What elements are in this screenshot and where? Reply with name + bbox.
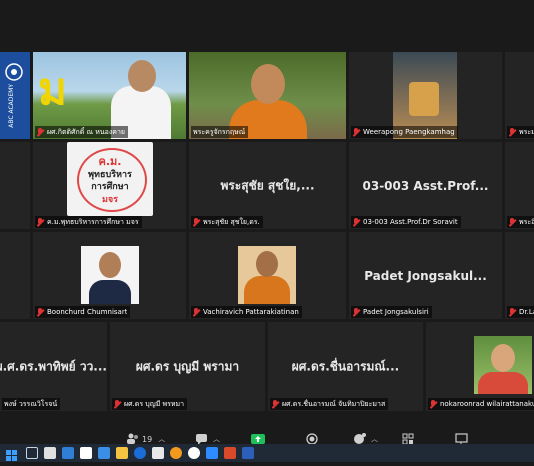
person-face [99,252,121,278]
mic-muted-icon [272,399,279,409]
chevron-up-icon[interactable]: ︿ [371,434,378,444]
participant-tile[interactable]: ผ.ศ.ดร.พาทิพย์ วว... พงษ์ วรรณวิโรจน์ [0,322,107,411]
chevron-up-icon[interactable]: ︿ [213,434,220,444]
mic-muted-icon [430,399,437,409]
participant-tile[interactable]: nokaroonrad wilairattanakul [426,322,534,411]
participant-tile[interactable]: Vachiravich Pattarakiatinan [189,232,346,319]
participant-name: Boonchurd Chumnisart [47,308,128,316]
mic-muted-icon [193,307,200,317]
mic-muted-icon [353,217,360,227]
participant-tile[interactable] [0,142,30,229]
participant-tile[interactable]: ม ผศ.กิตติศักดิ์ ณ หนองคาย [33,52,186,139]
participant-tile[interactable]: พระอิ [505,142,534,229]
firefox-icon[interactable] [170,447,182,459]
participant-display-name: ผศ.ดร บุญมี พรามา [135,359,240,373]
participant-tile[interactable]: Boonchurd Chumnisart [33,232,186,319]
participant-tile[interactable]: พระสุชัย สุชใย,... พระสุชัย สุชใย,ดร. [189,142,346,229]
participant-name: พระมหา [519,127,534,136]
participant-tile[interactable]: ผศ.ดร บุญมี พรามา ผศ.ดร บุญมี พรหมา [110,322,265,411]
person-face [491,344,515,372]
mic-muted-icon [353,307,360,317]
participant-name: พงษ์ วรรณวิโรจน์ [4,399,58,408]
mic-muted-icon [37,127,44,137]
logo-icon [2,62,26,82]
participant-tile[interactable]: Padet Jongsakul... Padet Jongsakulsiri [349,232,502,319]
mic-muted-icon [509,127,516,137]
participant-display-name: พระสุชัย สุชใย,... [220,178,315,192]
app-icon[interactable] [152,447,164,459]
banner-graphic: ม [38,64,68,115]
store-icon[interactable] [98,447,110,459]
participant-name: nokaroonrad wilairattanakul [440,400,534,408]
participant-name: Weerapong Paengkamhag [363,128,455,136]
person-face [128,60,156,92]
participant-display-name: ผ.ศ.ดร.พาทิพย์ วว... [0,359,107,373]
participant-name: พระอิ [519,217,534,226]
chrome-icon[interactable] [188,447,200,459]
participants-count: 19 [142,434,153,444]
windows-start-icon[interactable] [6,447,18,461]
participant-tile[interactable]: ค.ม. พุทธบริหาร การศึกษา มจร ค.ม.พุทธบริ… [33,142,186,229]
participant-tile-active-speaker[interactable]: พระครูจักรกฤษณ์ [189,52,346,139]
participant-name: ผศ.ดร บุญมี พรหมา [124,399,185,408]
participant-name: พระสุชัย สุชใย,ดร. [203,217,260,226]
participant-name: ผศ.ดร.ชื่นอารมณ์ จันทิมาปิยะมาส [282,399,386,408]
video-object [409,82,439,116]
mic-muted-icon [114,399,121,409]
participant-tile[interactable] [0,232,30,319]
participant-display-name: 03-003 Asst.Prof... [362,178,489,193]
person-face [251,64,285,104]
participant-name: Dr.La [519,308,534,316]
participant-display-name: Padet Jongsakul... [364,268,487,283]
windows-taskbar [0,444,534,462]
search-icon[interactable] [26,447,38,459]
mic-muted-icon [37,307,44,317]
person-face [256,251,278,277]
mic-muted-icon [509,307,516,317]
chevron-up-icon[interactable]: ︿ [158,434,165,444]
calendar-icon[interactable] [80,447,92,459]
participant-tile[interactable]: Weerapong Paengkamhag [349,52,502,139]
powerpoint-icon[interactable] [224,447,236,459]
mail-icon[interactable] [62,447,74,459]
participant-name: Padet Jongsakulsiri [363,308,429,316]
logo-image: ค.ม. พุทธบริหาร การศึกษา มจร [67,142,153,216]
word-icon[interactable] [242,447,254,459]
participant-tile[interactable]: ABC ACADEMY [0,52,30,139]
task-view-icon[interactable] [44,447,56,459]
participant-tile[interactable]: ผศ.ดร.ชื่นอารมณ์... ผศ.ดร.ชื่นอารมณ์ จัน… [268,322,423,411]
participant-tile[interactable]: พระมหา [505,52,534,139]
file-explorer-icon[interactable] [116,447,128,459]
participant-name: Vachiravich Pattarakiatinan [203,308,299,316]
participant-name: ค.ม.พุทธบริหารการศึกษา มจร [47,217,139,226]
mic-muted-icon [193,217,200,227]
logo-line-3: การศึกษา [91,182,129,192]
mic-muted-icon [37,217,44,227]
zoom-icon[interactable] [206,447,218,459]
edge-icon[interactable] [134,447,146,459]
mic-muted-icon [509,217,516,227]
participant-name: พระครูจักรกฤษณ์ [193,127,246,136]
person-suit [89,280,131,304]
participant-tile[interactable]: Dr.La [505,232,534,319]
person-robe [244,276,290,304]
participant-name: ผศ.กิตติศักดิ์ ณ หนองคาย [47,127,126,136]
participant-tile[interactable]: 03-003 Asst.Prof... 03-003 Asst.Prof.Dr … [349,142,502,229]
logo-line-4: มจร [101,195,119,205]
participant-name: 03-003 Asst.Prof.Dr Soravit [363,218,458,226]
brand-text: ABC ACADEMY [8,84,15,128]
mic-muted-icon [353,127,360,137]
video-gallery: ABC ACADEMY ม ผศ.กิตติศักดิ์ ณ หนองคาย พ… [0,0,534,420]
person-shirt [478,372,528,394]
participant-display-name: ผศ.ดร.ชื่นอารมณ์... [291,359,400,373]
